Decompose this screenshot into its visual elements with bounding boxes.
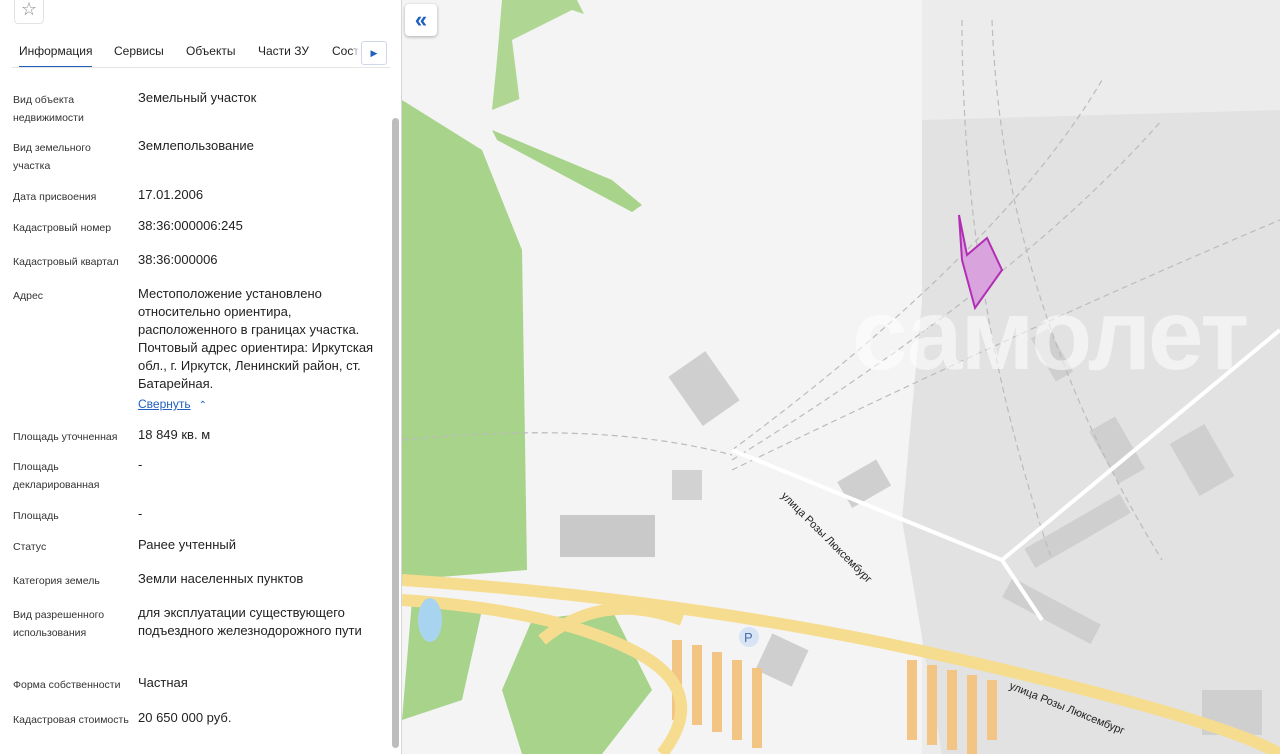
panel-scrollbar[interactable] xyxy=(392,118,399,748)
field-value: - xyxy=(138,457,143,472)
tab-parts[interactable]: Части ЗУ xyxy=(258,34,309,67)
tab-bar: Информация Сервисы Объекты Части ЗУ Сост… xyxy=(12,34,390,68)
field-label: Кадастровый квартал xyxy=(13,256,119,268)
field-label: Вид объекта недвижимости xyxy=(13,94,84,124)
field-label: Адрес xyxy=(13,290,44,302)
field-value: Ранее учтенный xyxy=(138,537,236,552)
field-value: - xyxy=(138,506,143,521)
field-label: Площадь декларированная xyxy=(13,461,100,491)
field-label: Статус xyxy=(13,541,47,553)
field-value: Земли населенных пунктов xyxy=(138,571,304,586)
field-label: Категория земель xyxy=(13,575,100,587)
star-outline-icon: ☆ xyxy=(20,0,38,19)
field-label: Кадастровая стоимость xyxy=(13,714,129,726)
field-value: Землепользование xyxy=(138,138,254,153)
field-value: Земельный участок xyxy=(138,90,257,105)
chevron-right-icon: ▶ xyxy=(370,47,378,58)
field-value: Местоположение установлено относительно … xyxy=(138,286,374,391)
field-value[interactable]: 38:36:000006:245 xyxy=(138,217,383,235)
watermark: самолет xyxy=(852,279,1249,391)
field-label: Площадь xyxy=(13,510,59,522)
tab-objects[interactable]: Объекты xyxy=(186,34,236,67)
info-panel: ☆ Информация Сервисы Объекты Части ЗУ Со… xyxy=(0,0,402,754)
field-value: 17.01.2006 xyxy=(138,187,204,202)
field-label: Форма собственности xyxy=(13,679,121,691)
field-value[interactable]: 38:36:000006 xyxy=(138,251,383,269)
field-label: Площадь уточненная xyxy=(13,431,118,443)
tabs-scroll-right-button[interactable]: ▶ xyxy=(361,41,387,65)
favorite-button[interactable]: ☆ xyxy=(14,0,44,24)
parking-label: P xyxy=(744,630,753,645)
collapse-address-link[interactable]: Свернуть ⌃ xyxy=(138,397,207,411)
map-canvas[interactable]: P самолет улица Розы Люксембург улица Ро… xyxy=(402,0,1280,754)
double-chevron-left-icon: « xyxy=(414,7,428,32)
chevron-up-icon: ⌃ xyxy=(198,400,208,411)
field-label: Вид земельного участка xyxy=(13,142,91,172)
tab-services[interactable]: Сервисы xyxy=(114,34,164,67)
field-value: 18 849 кв. м xyxy=(138,427,211,442)
field-label: Вид разрешенного использования xyxy=(13,609,105,639)
field-value: для эксплуатации существующего подъездно… xyxy=(138,605,362,638)
field-value: Частная xyxy=(138,675,188,690)
field-value: 20 650 000 руб. xyxy=(138,710,232,725)
tab-info[interactable]: Информация xyxy=(19,34,93,67)
field-label: Кадастровый номер xyxy=(13,222,112,234)
collapse-panel-button[interactable]: « xyxy=(405,4,437,36)
field-label: Дата присвоения xyxy=(13,191,97,203)
